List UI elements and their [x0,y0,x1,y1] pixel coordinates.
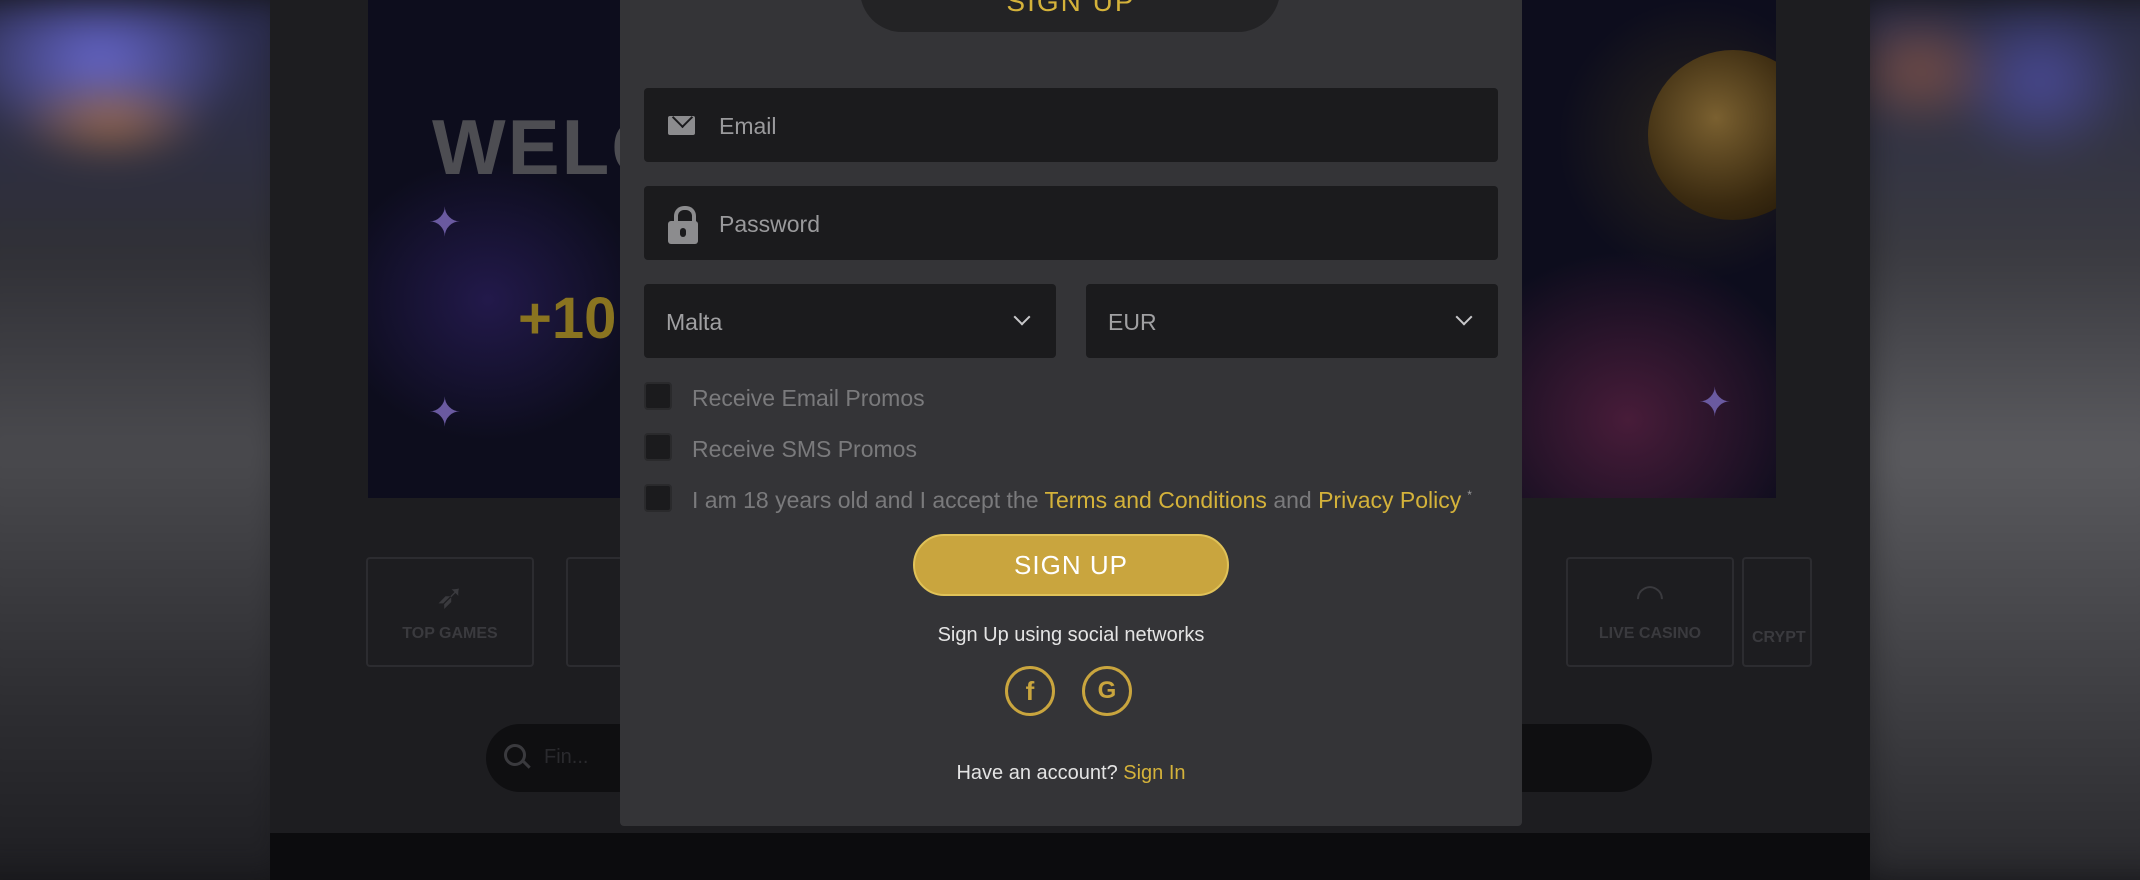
account-prompt: Have an account? [956,762,1118,784]
country-select[interactable]: Malta [644,284,1056,358]
password-field [644,186,1498,262]
terms-link[interactable]: Terms and Conditions [1044,487,1266,513]
search-icon [504,744,526,766]
social-caption: Sign Up using social networks [937,624,1205,646]
currency-select-value: EUR [1108,309,1157,335]
sparkle-icon: ✦ [428,391,462,435]
hero-bonus: +10 [518,286,617,351]
site-footer-strip [270,833,1870,880]
signup-modal: SIGN UP Malta EUR Receive Email Promos R… [620,0,1522,826]
terms-and-text: and [1273,487,1312,513]
password-input[interactable] [717,186,1481,262]
sign-up-button[interactable]: SIGN UP [913,534,1229,596]
category-top-games[interactable]: ➶ TOP GAMES [366,557,534,667]
sms-promos-label: Receive SMS Promos [692,436,917,462]
sparkle-icon: ✦ [428,201,462,245]
facebook-icon: f [1025,676,1035,706]
facebook-button[interactable]: f [1005,666,1055,716]
background-right-blur [1860,0,2140,880]
privacy-policy-link[interactable]: Privacy Policy [1318,487,1461,513]
hero-orb-image [1648,50,1776,220]
terms-label: I am 18 years old and I accept the Terms… [692,487,1472,514]
google-button[interactable]: G [1082,666,1132,716]
required-mark: * [1467,488,1472,503]
currency-select[interactable]: EUR [1086,284,1498,358]
background-left-blur [0,0,290,880]
country-select-value: Malta [666,309,723,335]
chevron-down-icon [1455,308,1473,326]
email-field [644,88,1498,164]
rocket-icon: ➶ [435,578,465,616]
chevron-down-icon [1013,308,1031,326]
account-prompt-row: Have an account? Sign In [620,762,1522,785]
site-search-placeholder: Fin... [544,746,589,768]
lips-icon: ◠ [1636,578,1664,616]
mail-icon [668,116,695,135]
modal-title: SIGN UP [1006,0,1136,17]
lock-icon [668,206,698,244]
email-promos-checkbox[interactable] [644,382,672,410]
email-input[interactable] [717,88,1481,164]
terms-checkbox[interactable] [644,484,672,512]
google-icon: G [1097,677,1117,704]
category-live-casino[interactable]: ◠ LIVE CASINO [1566,557,1734,667]
sparkle-icon: ✦ [1698,381,1732,425]
sign-in-link[interactable]: Sign In [1123,762,1185,784]
terms-prefix-text: I am 18 years old and I accept the [692,487,1039,513]
email-promos-label: Receive Email Promos [692,385,925,411]
category-crypto[interactable]: CRYPT [1742,557,1812,667]
sms-promos-checkbox[interactable] [644,433,672,461]
